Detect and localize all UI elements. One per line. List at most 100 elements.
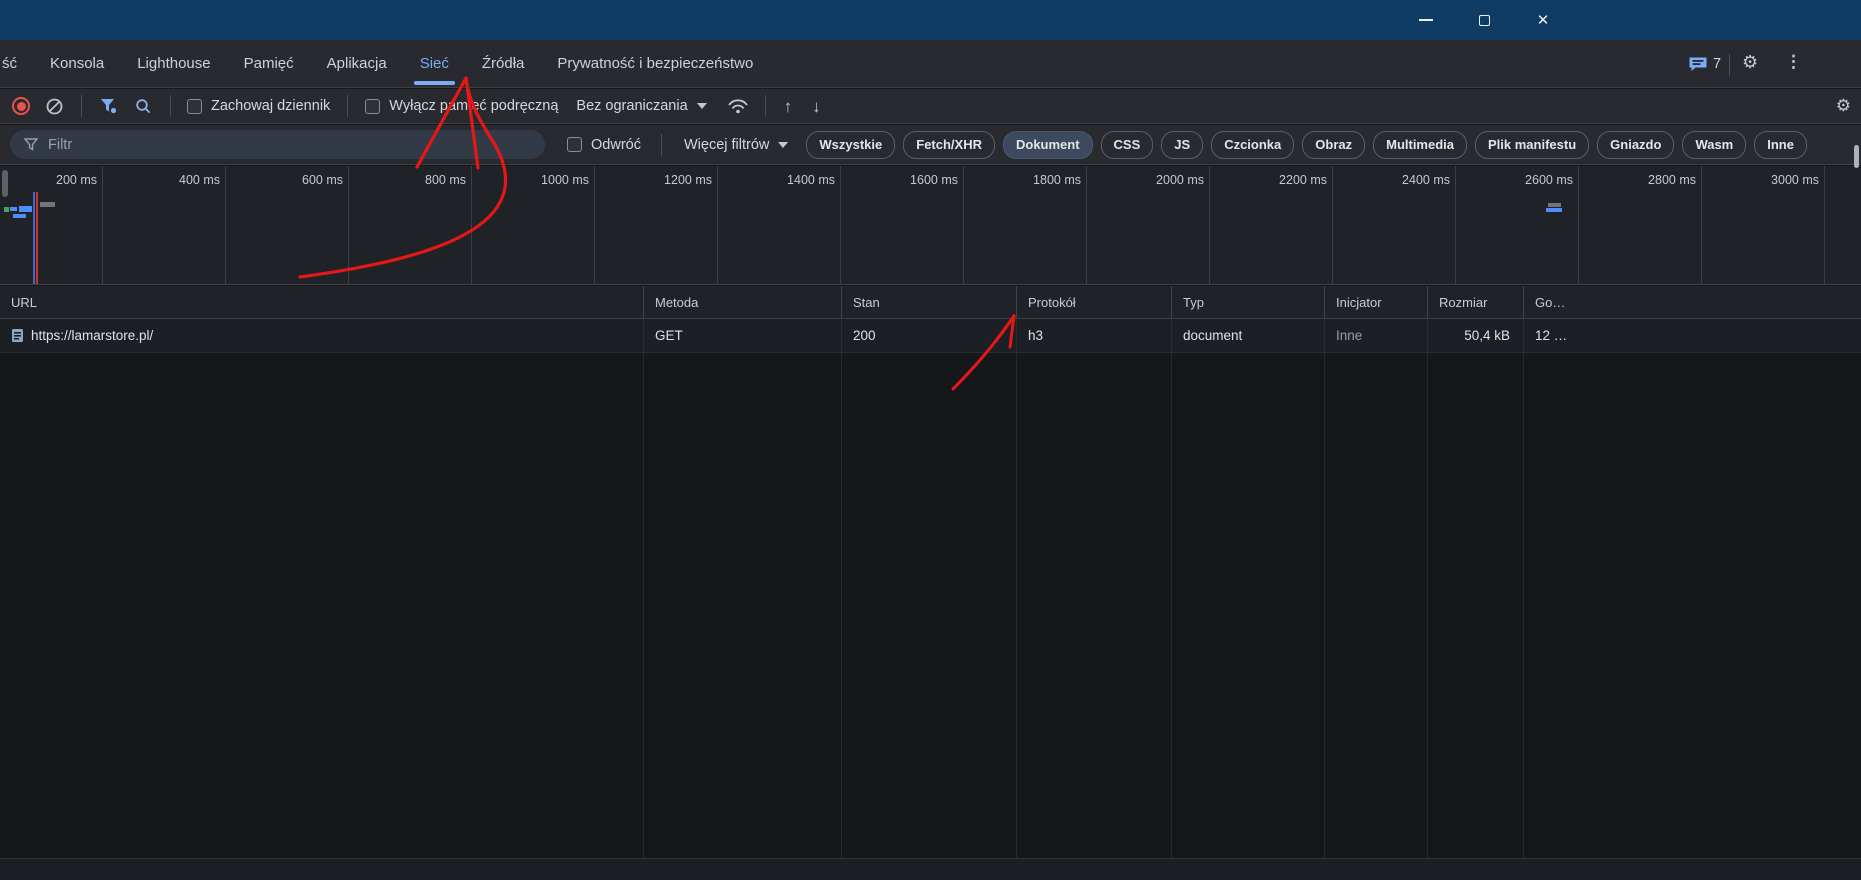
request-type-chip[interactable]: Dokument xyxy=(1002,130,1093,159)
overview-bar-blue xyxy=(1546,208,1562,212)
timeline-tick-label: 200 ms xyxy=(56,173,97,187)
request-type-chip[interactable]: Obraz xyxy=(1302,130,1366,159)
minimize-icon xyxy=(1419,19,1433,21)
overview-scrollbar-thumb[interactable] xyxy=(2,170,8,197)
table-column-header[interactable]: Inicjator xyxy=(1324,286,1427,318)
devtools-menu-icon[interactable]: ⋮ xyxy=(1785,52,1802,72)
network-conditions-wifi-icon xyxy=(727,99,748,114)
issues-counter-button[interactable]: 7 xyxy=(1688,40,1721,88)
network-conditions-button[interactable] xyxy=(727,98,749,114)
devtools-panel-tab[interactable]: Aplikacja xyxy=(327,40,387,87)
initiator-cell[interactable]: Inne xyxy=(1324,319,1427,352)
request-type-chip[interactable]: Fetch/XHR xyxy=(903,130,995,159)
timeline-tick-label: 600 ms xyxy=(302,173,343,187)
timeline-tick-label: 1200 ms xyxy=(664,173,712,187)
divider xyxy=(170,95,171,117)
devtools-panel-tab[interactable]: ść xyxy=(2,40,17,87)
more-filters-dropdown[interactable]: Więcej filtrów xyxy=(683,136,789,153)
devtools-panel-tab[interactable]: Prywatność i bezpieczeństwo xyxy=(557,40,753,87)
method-cell: GET xyxy=(643,319,841,352)
search-button[interactable] xyxy=(135,98,152,115)
timeline-tick-label: 2200 ms xyxy=(1279,173,1327,187)
network-toolbar: Zachowaj dziennik Wyłącz pamięć podręczn… xyxy=(0,89,1861,124)
issues-bubble-icon xyxy=(1689,57,1707,71)
request-type-chip[interactable]: Multimedia xyxy=(1373,130,1468,159)
table-header-row: URL Metoda Stan Protokół Typ Inicjator R… xyxy=(0,286,1861,319)
request-type-chip[interactable]: Inne xyxy=(1754,130,1807,159)
time-cell: 12 … xyxy=(1523,319,1861,352)
network-overview-timeline[interactable]: 200 ms 400 ms 600 ms 800 ms 1000 ms 1200… xyxy=(0,166,1861,285)
request-type-chip[interactable]: Wasm xyxy=(1682,130,1747,159)
throttling-value: Bez ograniczania xyxy=(576,98,688,114)
timeline-tick-label: 1800 ms xyxy=(1033,173,1081,187)
preserve-log-checkbox[interactable] xyxy=(187,98,202,114)
table-column-header[interactable]: Rozmiar xyxy=(1427,286,1523,318)
size-cell: 50,4 kB xyxy=(1427,319,1523,352)
disable-cache-checkbox[interactable] xyxy=(365,98,381,114)
tab-label: Prywatność i bezpieczeństwo xyxy=(557,55,754,72)
table-row[interactable]: https://lamarstore.pl/ GET 200 h3 docume… xyxy=(0,319,1861,353)
network-settings-gear-icon[interactable]: ⚙ xyxy=(1836,97,1851,114)
filter-input[interactable] xyxy=(48,136,488,153)
tab-label: Sieć xyxy=(419,55,449,72)
timeline-tick: 3000 ms xyxy=(1702,166,1825,284)
request-type-chip[interactable]: Czcionka xyxy=(1211,130,1295,159)
import-har-button[interactable]: ↑ xyxy=(784,98,793,115)
devtools-settings-gear-icon[interactable]: ⚙ xyxy=(1742,53,1758,71)
request-type-chip[interactable]: CSS xyxy=(1100,130,1154,159)
panel-scrollbar-thumb[interactable] xyxy=(1854,145,1859,168)
request-type-chip[interactable]: Wszystkie xyxy=(806,130,896,159)
column-header-label: Go… xyxy=(1535,294,1566,310)
chip-label: Obraz xyxy=(1315,137,1353,152)
timeline-tick: 2000 ms xyxy=(1087,166,1210,284)
throttling-dropdown[interactable]: Bez ograniczania xyxy=(576,98,707,114)
export-har-button[interactable]: ↓ xyxy=(812,98,821,115)
column-header-label: Inicjator xyxy=(1336,294,1382,310)
chip-label: Gniazdo xyxy=(1610,137,1662,152)
chip-label: Wszystkie xyxy=(819,137,883,152)
chip-label: CSS xyxy=(1113,137,1141,152)
devtools-panel-tab[interactable]: Źródła xyxy=(482,40,525,87)
table-column-header[interactable]: Metoda xyxy=(643,286,841,318)
url-cell[interactable]: https://lamarstore.pl/ xyxy=(0,319,643,352)
overview-bar-blue xyxy=(13,214,26,218)
filter-funnel-small-icon xyxy=(24,138,38,151)
request-type-chip[interactable]: Plik manifestu xyxy=(1475,130,1590,159)
window-minimize-button[interactable] xyxy=(1403,0,1449,40)
table-column-header[interactable]: URL xyxy=(0,286,643,318)
timeline-tick-label: 2400 ms xyxy=(1402,173,1450,187)
more-filters-label: Więcej filtrów xyxy=(683,136,770,153)
column-header-label: Protokół xyxy=(1028,294,1076,310)
chip-label: Multimedia xyxy=(1386,137,1455,152)
network-filter-bar: Odwróć Więcej filtrów Wszystkie Fetch/XH… xyxy=(0,125,1861,165)
devtools-panel-tab[interactable]: Konsola xyxy=(50,40,104,87)
table-column-header[interactable]: Typ xyxy=(1171,286,1324,318)
type-cell: document xyxy=(1171,319,1324,352)
record-network-log-button[interactable] xyxy=(12,97,30,115)
devtools-panel-tab[interactable]: Sieć xyxy=(413,40,456,87)
timeline-tick: 800 ms xyxy=(349,166,472,284)
window-title-bar: ✕ xyxy=(0,0,1861,40)
divider xyxy=(764,95,766,117)
invert-filter-label: Odwróć xyxy=(591,136,641,153)
window-close-button[interactable]: ✕ xyxy=(1520,0,1566,40)
timeline-tick-label: 2000 ms xyxy=(1156,173,1204,187)
chip-label: Fetch/XHR xyxy=(916,137,982,152)
devtools-panel-tab[interactable]: Lighthouse xyxy=(137,40,210,87)
timeline-tick: 1200 ms xyxy=(595,166,718,284)
clear-network-log-button[interactable] xyxy=(46,98,63,115)
table-column-header[interactable]: Go… xyxy=(1523,286,1861,318)
timeline-tick: 200 ms xyxy=(0,166,103,284)
request-type-chip[interactable]: Gniazdo xyxy=(1597,130,1675,159)
filter-toggle-button[interactable] xyxy=(100,98,117,114)
request-url: https://lamarstore.pl/ xyxy=(31,328,154,343)
tab-label: Lighthouse xyxy=(137,55,211,72)
filter-input-container xyxy=(10,130,545,159)
request-type-chip[interactable]: JS xyxy=(1161,130,1204,159)
timeline-tick-label: 3000 ms xyxy=(1771,173,1819,187)
table-column-header[interactable]: Protokół xyxy=(1016,286,1171,318)
invert-filter-checkbox[interactable] xyxy=(567,137,582,152)
table-column-header[interactable]: Stan xyxy=(841,286,1016,318)
devtools-panel-tab[interactable]: Pamięć xyxy=(244,40,294,87)
window-maximize-button[interactable] xyxy=(1461,0,1507,40)
